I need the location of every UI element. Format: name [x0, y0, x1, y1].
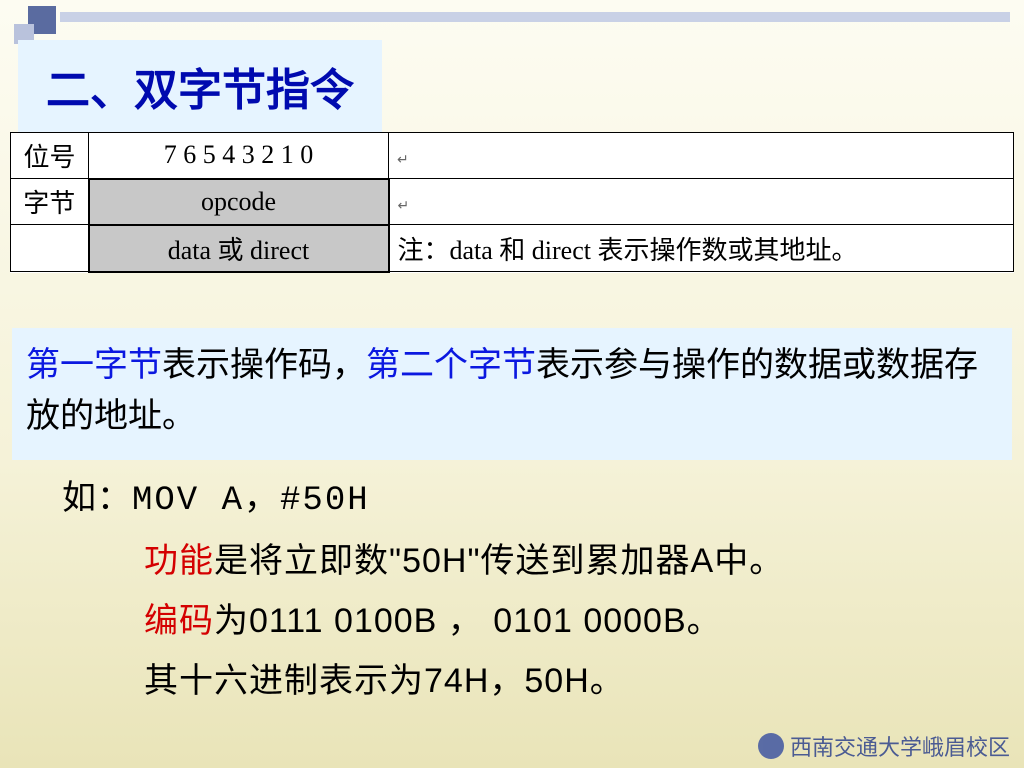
example-line: 编码为0111 0100B ， 0101 0000B。 [62, 593, 962, 649]
footer-text: 西南交通大学峨眉校区 [790, 730, 1010, 762]
opcode-cell: opcode [89, 179, 389, 225]
example-line: 如：MOV A，#50H [62, 470, 962, 529]
example-block: 如：MOV A，#50H 功能是将立即数"50H"传送到累加器A中。 编码为01… [62, 470, 962, 713]
table-row: 字节 opcode ↵ [11, 179, 1014, 225]
operand-cell: data 或 direct [89, 225, 389, 272]
plain-text: 为0111 0100B ， 0101 0000B。 [214, 602, 722, 640]
note-cell: ↵ [389, 179, 1014, 225]
table-row: data 或 direct 注：data 和 direct 表示操作数或其地址。 [11, 225, 1014, 272]
plain-text: 是将立即数"50H"传送到累加器A中。 [214, 542, 784, 580]
highlight-text: 第二个字节 [366, 346, 536, 384]
example-line: 其十六进制表示为74H，50H。 [62, 653, 962, 709]
note-cell: ↵ [389, 133, 1014, 179]
row-label: 位号 [11, 133, 89, 179]
row-label: 字节 [11, 179, 89, 225]
logo-icon [758, 733, 784, 759]
example-line: 功能是将立即数"50H"传送到累加器A中。 [62, 533, 962, 589]
section-heading: 二、双字节指令 [18, 40, 382, 136]
label-text: 如： [62, 479, 132, 517]
footer-brand: 西南交通大学峨眉校区 [758, 730, 1010, 762]
plain-text: 表示操作码， [162, 346, 366, 384]
bit-numbers: 7 6 5 4 3 2 1 0 [89, 133, 389, 179]
table-row: 位号 7 6 5 4 3 2 1 0 ↵ [11, 133, 1014, 179]
highlight-text: 第一字节 [26, 346, 162, 384]
code-text: MOV A，#50H [132, 482, 370, 520]
row-label [11, 225, 89, 272]
instruction-format-table: 位号 7 6 5 4 3 2 1 0 ↵ 字节 opcode ↵ data 或 … [10, 132, 1014, 273]
explanation-box: 第一字节表示操作码，第二个字节表示参与操作的数据或数据存放的地址。 [12, 328, 1012, 460]
plain-text: 其十六进制表示为74H，50H。 [144, 662, 625, 700]
keyword-text: 编码 [144, 602, 214, 640]
note-cell: 注：data 和 direct 表示操作数或其地址。 [389, 225, 1014, 272]
keyword-text: 功能 [144, 542, 214, 580]
